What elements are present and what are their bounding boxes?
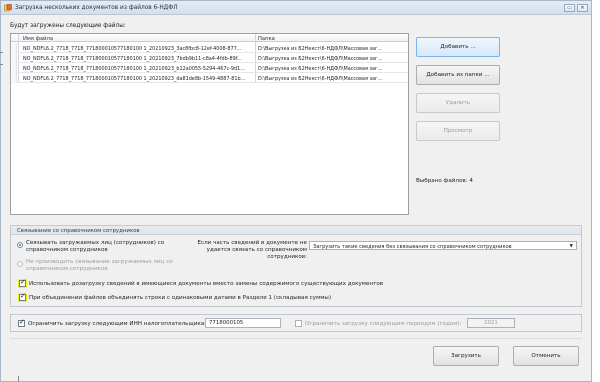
grid-header: Имя файла Папка bbox=[11, 34, 408, 42]
link-employees-label: Связывать загружаемых лиц (сотрудников) … bbox=[26, 240, 165, 253]
footer-separator bbox=[10, 338, 582, 339]
background-edge-mark bbox=[0, 64, 3, 65]
table-row[interactable]: NO_NDFL6.2_7718_7718_771800010577180100 … bbox=[11, 63, 408, 73]
filename-cell: NO_NDFL6.2_7718_7718_771800010577180100 … bbox=[23, 55, 242, 62]
row-selector[interactable] bbox=[12, 63, 17, 73]
table-row[interactable]: NO_NDFL6.2_7718_7718_771800010577180100 … bbox=[11, 43, 408, 53]
inn-input[interactable]: 7718000105 bbox=[205, 318, 281, 328]
no-link-label: Не производить связывание загружаемых ли… bbox=[26, 259, 173, 272]
delete-button[interactable]: Удалить bbox=[416, 93, 500, 113]
preview-button[interactable]: Просмотр bbox=[416, 121, 500, 141]
close-button[interactable]: ✕ bbox=[577, 4, 588, 12]
no-link-radio[interactable] bbox=[17, 261, 23, 267]
restrict-inn-checkbox[interactable]: ✓ bbox=[18, 318, 25, 327]
partial-link-select-value: Загрузить такие сведения без связывания … bbox=[313, 243, 512, 250]
checkmark-icon: ✓ bbox=[19, 318, 25, 326]
load-button[interactable]: Загрузить bbox=[433, 346, 499, 366]
table-row[interactable]: NO_NDFL6.2_7718_7718_771800010577180100 … bbox=[11, 73, 408, 83]
group-title-text: Связывание со справочником сотрудников bbox=[17, 228, 140, 234]
folder-cell: D:\Выгрузка из Б2Некст\6-НДФЛ\Массовая з… bbox=[258, 45, 383, 52]
add-button[interactable]: Добавить ... bbox=[416, 37, 500, 57]
partial-link-select[interactable]: Загрузить такие сведения без связывания … bbox=[309, 241, 577, 250]
restrict-inn-label: Ограничить загрузку следующим ИНН налого… bbox=[28, 321, 207, 327]
restrict-period-checkbox[interactable] bbox=[295, 320, 302, 327]
chevron-down-icon: ▼ bbox=[569, 244, 573, 249]
merge-rows-checkbox[interactable]: ✓ bbox=[19, 292, 26, 301]
column-header-filename[interactable]: Имя файла bbox=[23, 36, 53, 42]
selected-count: Выбрано файлов: 4 bbox=[416, 178, 473, 184]
app-icon bbox=[4, 4, 12, 12]
window-title: Загрузка нескольких документов из файлов… bbox=[15, 4, 178, 11]
background-edge-mark bbox=[0, 52, 3, 53]
link-employees-radio[interactable] bbox=[17, 242, 23, 248]
import-dialog-window: Загрузка нескольких документов из файлов… bbox=[0, 0, 592, 382]
use-existing-label: Использовать дозагрузку сведений в имеющ… bbox=[29, 281, 384, 287]
close-icon: ✕ bbox=[580, 5, 585, 11]
folder-cell: D:\Выгрузка из Б2Некст\6-НДФЛ\Массовая з… bbox=[258, 55, 383, 62]
column-header-folder[interactable]: Папка bbox=[258, 36, 275, 42]
use-existing-checkbox[interactable]: ✓ bbox=[19, 278, 26, 287]
folder-cell: D:\Выгрузка из Б2Некст\6-НДФЛ\Массовая з… bbox=[258, 65, 383, 72]
title-bar: Загрузка нескольких документов из файлов… bbox=[1, 1, 591, 15]
files-grid[interactable]: Имя файла Папка NO_NDFL6.2_7718_7718_771… bbox=[10, 33, 409, 215]
background-edge-mark bbox=[18, 376, 19, 382]
filename-cell: NO_NDFL6.2_7718_7718_771800010577180100 … bbox=[23, 75, 246, 82]
checkmark-icon: ✓ bbox=[20, 292, 26, 300]
folder-cell: D:\Выгрузка из Б2Некст\6-НДФЛ\Массовая з… bbox=[258, 75, 383, 82]
period-input[interactable]: 2021 bbox=[467, 318, 515, 328]
employee-link-group: Связывание со справочником сотрудников С… bbox=[10, 225, 582, 307]
group-title: Связывание со справочником сотрудников bbox=[11, 226, 581, 235]
add-from-folder-button[interactable]: Добавить из папки ... bbox=[416, 65, 500, 85]
table-row[interactable]: NO_NDFL6.2_7718_7718_771800010577180100 … bbox=[11, 53, 408, 63]
partial-link-label: Если часть сведений в документе не удает… bbox=[197, 240, 307, 260]
merge-rows-label: При объединении файлов объединять строки… bbox=[29, 295, 332, 301]
cancel-button[interactable]: Отменить bbox=[513, 346, 579, 366]
row-selector[interactable] bbox=[12, 43, 17, 53]
restrict-group: ✓ Ограничить загрузку следующим ИНН нало… bbox=[10, 314, 582, 332]
restrict-period-label: Ограничить загрузку следующим периодом (… bbox=[305, 321, 462, 327]
filename-cell: NO_NDFL6.2_7718_7718_771800010577180100 … bbox=[23, 45, 242, 52]
filename-cell: NO_NDFL6.2_7718_7718_771800010577180100 … bbox=[23, 65, 245, 72]
checkmark-icon: ✓ bbox=[20, 278, 26, 286]
row-selector[interactable] bbox=[12, 53, 17, 63]
minimize-icon: ▭ bbox=[567, 5, 572, 11]
files-label: Будут загружены следующие файлы: bbox=[10, 23, 126, 29]
minimize-button[interactable]: ▭ bbox=[564, 4, 575, 12]
row-selector[interactable] bbox=[12, 73, 17, 83]
